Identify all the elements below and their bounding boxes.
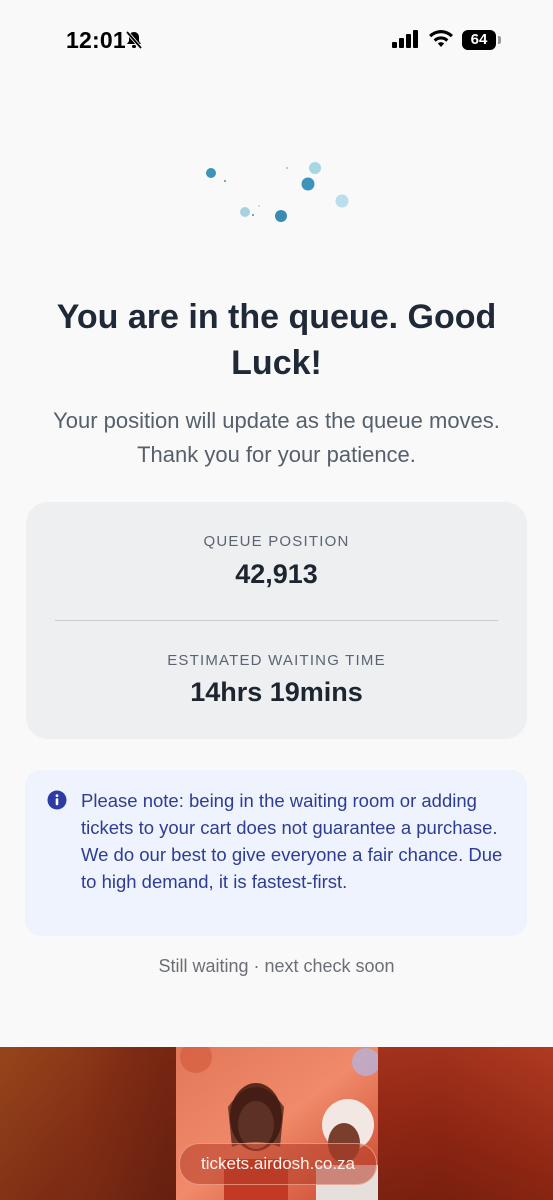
signal-icon bbox=[392, 30, 420, 53]
browser-url-bar[interactable]: tickets.airdosh.co.za bbox=[179, 1143, 377, 1185]
waiting-time-value: 14hrs 19mins bbox=[190, 677, 363, 707]
status-bar: 12:01 64 bbox=[0, 0, 553, 80]
loading-dots-icon bbox=[195, 155, 365, 235]
queue-position-value: 42,913 bbox=[235, 559, 318, 589]
page-title: You are in the queue. Good Luck! bbox=[56, 298, 497, 382]
notice-box: Please note: being in the waiting room o… bbox=[25, 770, 527, 936]
wifi-icon bbox=[428, 29, 454, 54]
page-subtitle: Your position will update as the queue m… bbox=[53, 408, 500, 467]
queue-position-label: QUEUE POSITION bbox=[203, 533, 350, 550]
card-divider bbox=[55, 620, 498, 621]
bell-slash-icon bbox=[124, 30, 144, 55]
info-icon bbox=[47, 790, 67, 815]
notice-text: Please note: being in the waiting room o… bbox=[81, 790, 503, 892]
refresh-status: Still waiting · next check soon bbox=[158, 956, 395, 976]
waiting-time-label: ESTIMATED WAITING TIME bbox=[167, 652, 386, 669]
battery-icon: 64 bbox=[462, 30, 496, 50]
banner-blur-left bbox=[0, 1047, 176, 1200]
battery-tip bbox=[498, 36, 501, 44]
queue-status-card: QUEUE POSITION 42,913 ESTIMATED WAITING … bbox=[26, 502, 527, 739]
banner-blur-right bbox=[378, 1047, 553, 1200]
status-time: 12:01 bbox=[66, 27, 126, 53]
